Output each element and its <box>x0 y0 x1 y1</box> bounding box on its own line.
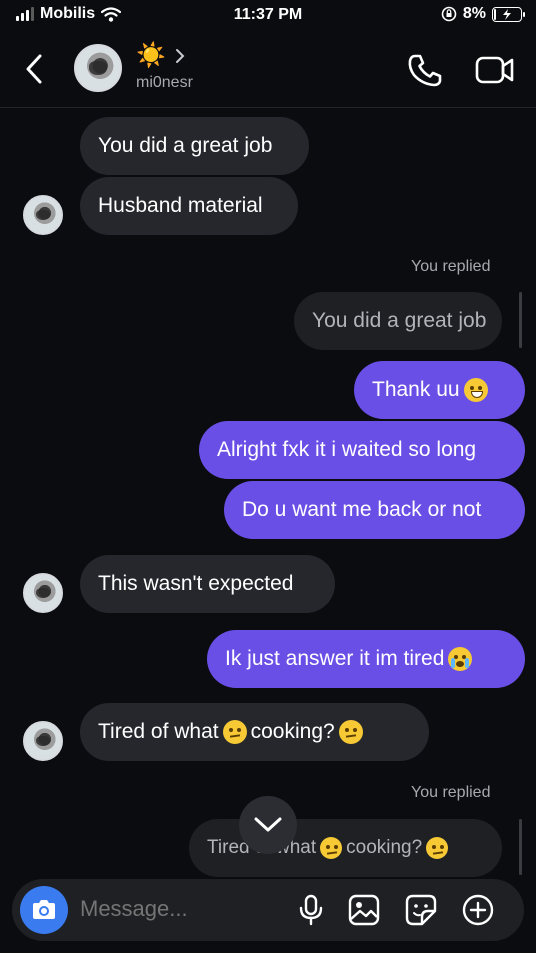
message-text: This wasn't expected <box>98 572 294 595</box>
message-outgoing[interactable]: Thank uu <box>354 361 525 419</box>
display-name: ☀️ <box>136 42 166 69</box>
contact-name-row[interactable]: ☀️ <box>136 44 186 68</box>
plus-icon[interactable] <box>461 893 495 927</box>
raised-eyebrow-icon <box>222 720 247 744</box>
sender-avatar[interactable] <box>23 195 63 235</box>
video-camera-icon[interactable] <box>474 54 516 86</box>
message-text: Ik just answer it im tired <box>225 647 445 670</box>
battery-icon <box>492 6 525 22</box>
scroll-to-bottom-button[interactable] <box>239 796 297 854</box>
raised-eyebrow-icon <box>320 837 343 859</box>
chevron-down-icon <box>254 817 282 832</box>
message-incoming[interactable]: You did a great job <box>80 117 309 175</box>
message-outgoing[interactable]: Do u want me back or not <box>224 481 525 539</box>
reply-bar <box>519 819 522 875</box>
message-outgoing[interactable]: Ik just answer it im tired <box>207 630 525 688</box>
chevron-right-icon <box>175 49 185 63</box>
chat-header: ☀️ mi0nesr <box>0 32 536 108</box>
message-text: Husband material <box>98 194 263 217</box>
replied-message[interactable]: Tired of what cooking? <box>189 819 502 877</box>
gallery-icon[interactable] <box>347 893 381 927</box>
sender-avatar[interactable] <box>23 573 63 613</box>
status-bar: Mobilis 11:37 PM 8% <box>0 0 536 32</box>
reply-label: You replied <box>411 784 491 801</box>
orientation-lock-icon <box>441 6 457 22</box>
message-text: You did a great job <box>312 309 487 332</box>
sender-avatar[interactable] <box>23 721 63 761</box>
username[interactable]: mi0nesr <box>136 74 193 92</box>
message-incoming[interactable]: Husband material <box>80 177 298 235</box>
message-text: Thank uu <box>372 378 460 401</box>
raised-eyebrow-icon <box>338 720 363 744</box>
message-input[interactable] <box>80 896 280 922</box>
message-outgoing[interactable]: Alright fxk it i waited so long <box>199 421 525 479</box>
camera-icon <box>33 900 55 919</box>
message-composer <box>12 879 524 941</box>
message-text: Alright fxk it i waited so long <box>217 438 477 461</box>
crying-face-icon <box>448 647 473 671</box>
reply-bar <box>519 292 522 348</box>
camera-button[interactable] <box>20 886 68 934</box>
message-incoming[interactable]: Tired of what cooking? <box>80 703 429 761</box>
contact-avatar[interactable] <box>74 44 122 92</box>
message-text: cooking? <box>346 837 423 858</box>
microphone-icon[interactable] <box>294 893 328 927</box>
message-text: Tired of what <box>98 720 219 743</box>
message-text: You did a great job <box>98 134 273 157</box>
phone-icon[interactable] <box>406 52 444 88</box>
raised-eyebrow-icon <box>426 837 449 859</box>
reply-label: You replied <box>411 258 491 275</box>
replied-message[interactable]: You did a great job <box>294 292 502 350</box>
battery-percent: 8% <box>462 5 486 22</box>
message-incoming[interactable]: This wasn't expected <box>80 555 335 613</box>
back-icon[interactable] <box>20 52 50 86</box>
message-text: Do u want me back or not <box>242 498 482 521</box>
message-text: cooking? <box>250 720 335 743</box>
sticker-icon[interactable] <box>404 893 438 927</box>
grinning-face-icon <box>463 378 488 402</box>
